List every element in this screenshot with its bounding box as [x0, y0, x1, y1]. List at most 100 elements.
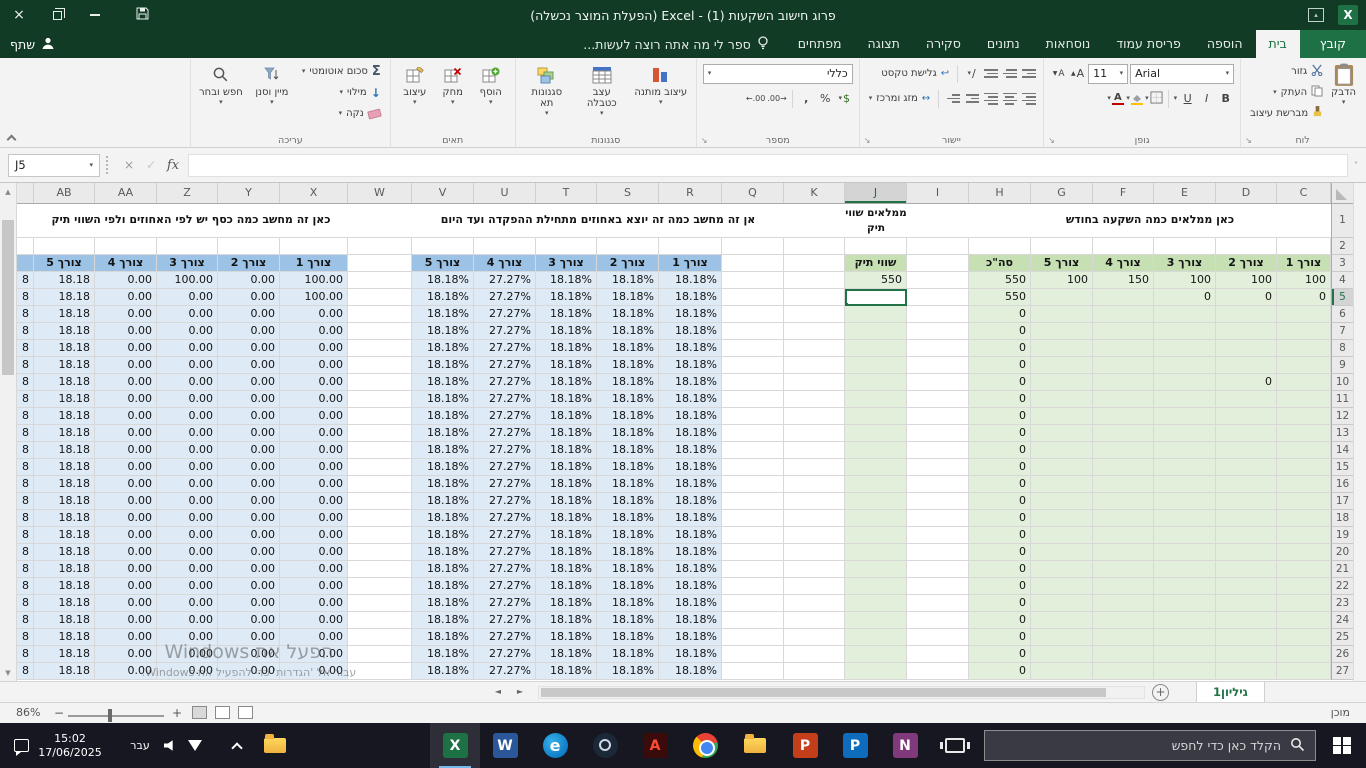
cell-W23[interactable] [348, 595, 412, 612]
format-cells-button[interactable]: עיצוב ▾ [397, 61, 433, 132]
cell-T7[interactable]: 18.18% [536, 323, 597, 340]
cell-Y22[interactable]: 0.00 [218, 578, 280, 595]
cell-S6[interactable]: 18.18% [597, 306, 659, 323]
cell-K21[interactable] [784, 561, 845, 578]
cut-button[interactable]: גזור [1247, 61, 1326, 82]
cell-C11[interactable] [1277, 391, 1331, 408]
cell-V14[interactable]: 18.18% [412, 442, 474, 459]
cell-D5[interactable]: 0 [1216, 289, 1277, 306]
cell-Z24[interactable]: 0.00 [157, 612, 218, 629]
cell-W13[interactable] [348, 425, 412, 442]
cell-Z5[interactable]: 0.00 [157, 289, 218, 306]
cell-Z19[interactable]: 0.00 [157, 527, 218, 544]
column-header-V[interactable]: V [412, 183, 474, 203]
cell-X18[interactable]: 0.00 [280, 510, 348, 527]
cell-K11[interactable] [784, 391, 845, 408]
cell-X9[interactable]: 0.00 [280, 357, 348, 374]
cell-Z7[interactable]: 0.00 [157, 323, 218, 340]
cell-V6[interactable]: 18.18% [412, 306, 474, 323]
cell-F20[interactable] [1093, 544, 1154, 561]
cell-S8[interactable]: 18.18% [597, 340, 659, 357]
cell-D13[interactable] [1216, 425, 1277, 442]
hidden-icons-button[interactable] [226, 723, 248, 768]
cell-R26[interactable]: 18.18% [659, 646, 722, 663]
cell-clipped-11[interactable]: 8 [17, 391, 34, 408]
cell-I21[interactable] [907, 561, 969, 578]
insert-function-icon[interactable]: fx [162, 154, 184, 177]
cell-D14[interactable] [1216, 442, 1277, 459]
merged-title-amounts-section[interactable]: כאן זה מחשב כמה כסף יש לפי האחוזים ולפי … [34, 204, 348, 237]
cell-Z14[interactable]: 0.00 [157, 442, 218, 459]
cell-R25[interactable]: 18.18% [659, 629, 722, 646]
cell-H5[interactable]: 550 [969, 289, 1031, 306]
cell-T18[interactable]: 18.18% [536, 510, 597, 527]
cell-V5[interactable]: 18.18% [412, 289, 474, 306]
cell-C12[interactable] [1277, 408, 1331, 425]
cell-U15[interactable]: 27.27% [474, 459, 536, 476]
cell-Q10[interactable] [722, 374, 784, 391]
row-header-20[interactable]: 20 [1331, 544, 1353, 561]
cell-V13[interactable]: 18.18% [412, 425, 474, 442]
cell-C17[interactable] [1277, 493, 1331, 510]
font-dialog-launcher-icon[interactable]: ↘ [1048, 137, 1055, 145]
cell-T4[interactable]: 18.18% [536, 272, 597, 289]
cell-W3[interactable] [348, 255, 412, 272]
cell-K9[interactable] [784, 357, 845, 374]
cell-C5[interactable]: 0 [1277, 289, 1331, 306]
cell-X20[interactable]: 0.00 [280, 544, 348, 561]
cell-H13[interactable]: 0 [969, 425, 1031, 442]
cell-J27[interactable] [845, 663, 907, 680]
fill-color-button[interactable]: ▾ [1126, 90, 1143, 108]
cell-K22[interactable] [784, 578, 845, 595]
cell-H6[interactable]: 0 [969, 306, 1031, 323]
sheet-tab-active[interactable]: גיליון1 [1196, 682, 1265, 702]
name-box[interactable]: J5 ▾ [8, 154, 100, 177]
vertical-scroll-thumb[interactable] [2, 220, 14, 375]
cell-clipped-7[interactable]: 8 [17, 323, 34, 340]
cell-clipped-12[interactable]: 8 [17, 408, 34, 425]
cell-H7[interactable]: 0 [969, 323, 1031, 340]
cell-K8[interactable] [784, 340, 845, 357]
cell-clipped-15[interactable]: 8 [17, 459, 34, 476]
cell-U14[interactable]: 27.27% [474, 442, 536, 459]
cell-clipped-23[interactable]: 8 [17, 595, 34, 612]
cell-AA22[interactable]: 0.00 [95, 578, 157, 595]
cell-clipped-22[interactable]: 8 [17, 578, 34, 595]
cell-T6[interactable]: 18.18% [536, 306, 597, 323]
tab-scroll-left-icon[interactable]: ◄ [487, 682, 509, 702]
cell-R15[interactable]: 18.18% [659, 459, 722, 476]
cell-U9[interactable]: 27.27% [474, 357, 536, 374]
cell-X14[interactable]: 0.00 [280, 442, 348, 459]
cell-T27[interactable]: 18.18% [536, 663, 597, 680]
cell-AA27[interactable]: 0.00 [95, 663, 157, 680]
cell-X23[interactable]: 0.00 [280, 595, 348, 612]
cell-V4[interactable]: 18.18% [412, 272, 474, 289]
cell-Q20[interactable] [722, 544, 784, 561]
taskbar-app-explorer[interactable] [730, 723, 780, 768]
cell-H8[interactable]: 0 [969, 340, 1031, 357]
cell-Z13[interactable]: 0.00 [157, 425, 218, 442]
cell-S7[interactable]: 18.18% [597, 323, 659, 340]
cell-F15[interactable] [1093, 459, 1154, 476]
cell-AA12[interactable]: 0.00 [95, 408, 157, 425]
cell-clipped-13[interactable]: 8 [17, 425, 34, 442]
row-header-5[interactable]: 5 [1331, 289, 1353, 306]
alignment-dialog-launcher-icon[interactable]: ↘ [864, 137, 871, 145]
cell-V3[interactable]: צורך 5 [412, 255, 474, 272]
cell-W18[interactable] [348, 510, 412, 527]
cell-T8[interactable]: 18.18% [536, 340, 597, 357]
row-header-14[interactable]: 14 [1331, 442, 1353, 459]
cell-G19[interactable] [1031, 527, 1093, 544]
align-right-icon[interactable] [1020, 90, 1037, 108]
cell-X12[interactable]: 0.00 [280, 408, 348, 425]
cell-D2[interactable] [1216, 238, 1277, 255]
cell-J26[interactable] [845, 646, 907, 663]
cell-AB6[interactable]: 18.18 [34, 306, 95, 323]
cell-clipped-26[interactable]: 8 [17, 646, 34, 663]
cell-H14[interactable]: 0 [969, 442, 1031, 459]
cell-AA11[interactable]: 0.00 [95, 391, 157, 408]
cell-I25[interactable] [907, 629, 969, 646]
taskbar-app-word[interactable]: W [480, 723, 530, 768]
cell-C19[interactable] [1277, 527, 1331, 544]
cell-R9[interactable]: 18.18% [659, 357, 722, 374]
